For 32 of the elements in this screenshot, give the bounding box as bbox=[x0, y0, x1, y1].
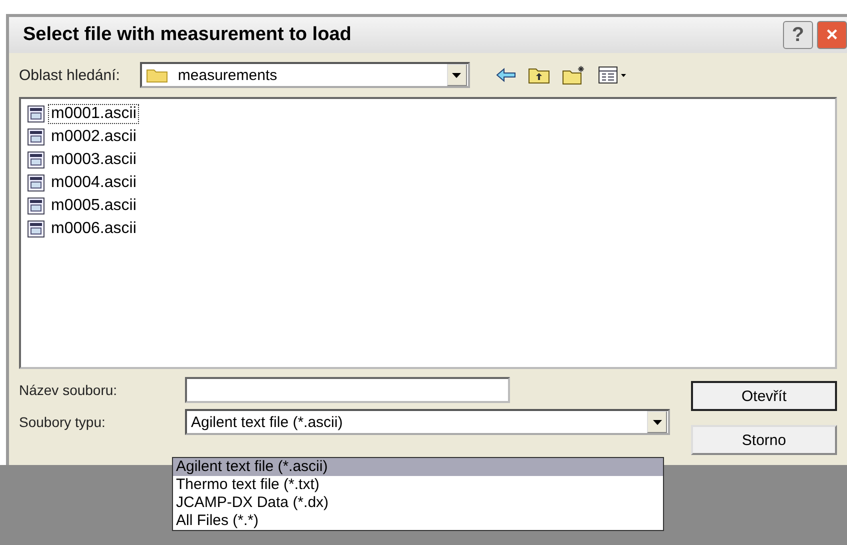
file-type-option[interactable]: Agilent text file (*.ascii) bbox=[173, 458, 663, 476]
window-title: Select file with measurement to load bbox=[23, 24, 352, 46]
file-item[interactable]: m0002.ascii bbox=[48, 126, 140, 146]
close-button[interactable]: × bbox=[817, 21, 847, 49]
look-in-label: Oblast hledání: bbox=[19, 66, 120, 84]
document-icon bbox=[27, 104, 45, 122]
folder-icon bbox=[146, 67, 168, 83]
document-icon bbox=[27, 128, 45, 146]
document-icon bbox=[27, 220, 45, 238]
up-folder-icon[interactable] bbox=[528, 66, 550, 84]
file-item[interactable]: m0004.ascii bbox=[48, 172, 140, 192]
open-button[interactable]: Otevřít bbox=[691, 381, 837, 411]
help-button[interactable]: ? bbox=[783, 21, 813, 49]
file-type-option[interactable]: JCAMP-DX Data (*.dx) bbox=[173, 494, 663, 512]
file-type-label: Soubory typu: bbox=[19, 414, 106, 430]
file-item[interactable]: m0001.ascii bbox=[48, 104, 140, 124]
file-item[interactable]: m0003.ascii bbox=[48, 150, 140, 170]
file-type-option[interactable]: Thermo text file (*.txt) bbox=[173, 476, 663, 494]
file-type-option[interactable]: All Files (*.*) bbox=[173, 512, 663, 530]
file-name-label: Název souboru: bbox=[19, 382, 118, 398]
cancel-button[interactable]: Storno bbox=[691, 425, 837, 455]
view-menu-icon[interactable] bbox=[598, 66, 628, 84]
look-in-dropdown[interactable]: measurements bbox=[140, 62, 470, 88]
document-icon bbox=[27, 174, 45, 192]
document-icon bbox=[27, 150, 45, 168]
back-arrow-icon[interactable] bbox=[496, 68, 516, 82]
file-item[interactable]: m0006.ascii bbox=[48, 218, 140, 238]
file-type-dropdown[interactable]: Agilent text file (*.ascii) bbox=[185, 409, 670, 435]
file-item[interactable]: m0005.ascii bbox=[48, 196, 140, 216]
new-folder-icon[interactable] bbox=[562, 65, 586, 85]
document-icon bbox=[27, 196, 45, 214]
file-name-field[interactable] bbox=[185, 377, 510, 403]
